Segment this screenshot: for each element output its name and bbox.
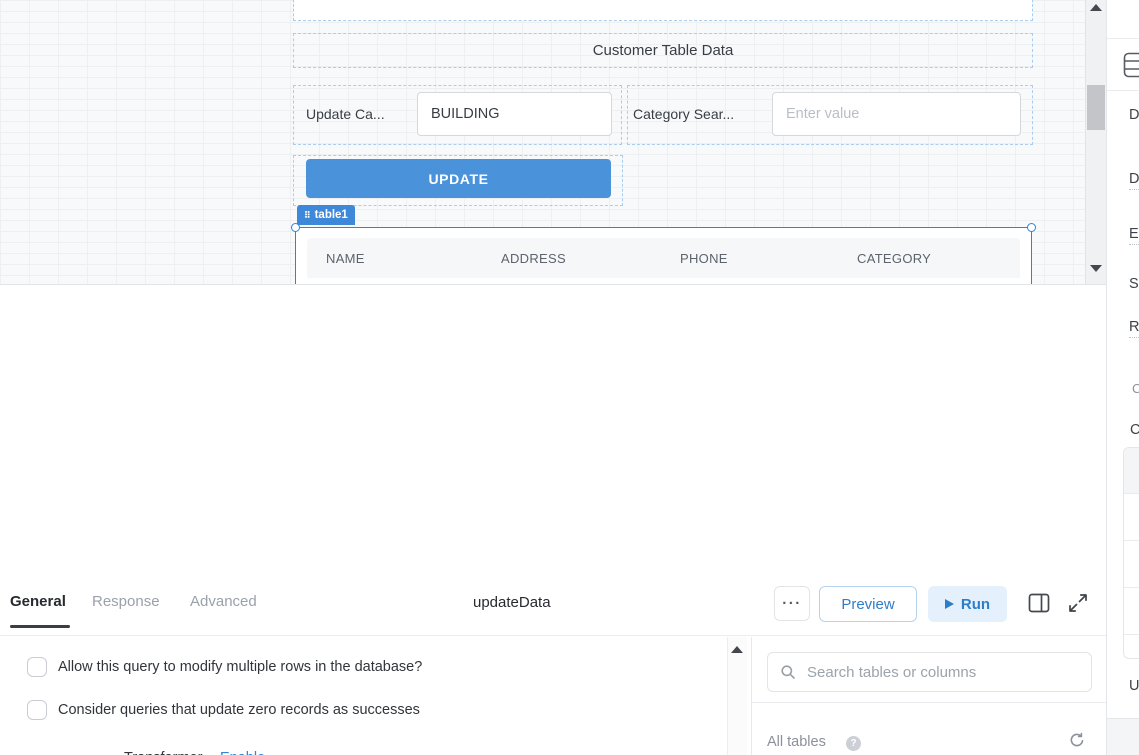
schema-search-input[interactable] — [805, 663, 1079, 682]
inspector-label-fragment: E — [1129, 226, 1139, 245]
scroll-up-arrow[interactable] — [1090, 4, 1102, 11]
inspector-header-divider — [1107, 38, 1139, 39]
inspector-label-fragment: C — [1130, 422, 1139, 438]
drag-handle-icon[interactable]: ⠿ — [304, 211, 311, 220]
play-icon — [945, 599, 954, 609]
table-column-header[interactable]: PHONE — [680, 238, 728, 278]
update-category-input[interactable] — [417, 92, 612, 136]
query-title: updateData — [473, 594, 551, 611]
schema-panel-divider — [751, 637, 752, 755]
zero-records-label: Consider queries that update zero record… — [58, 702, 420, 718]
transformer-label: Transformer — [124, 750, 202, 755]
table-column-header[interactable]: NAME — [326, 238, 365, 278]
multiple-rows-label: Allow this query to modify multiple rows… — [58, 659, 422, 675]
category-search-input[interactable] — [772, 92, 1021, 136]
query-menu-button[interactable]: ··· — [774, 586, 810, 621]
inspector-list-fragment — [1123, 447, 1139, 659]
inspector-list-row — [1124, 541, 1139, 588]
help-glyph: ? — [850, 738, 856, 749]
inspector-list-row — [1124, 635, 1139, 659]
schema-search-box[interactable] — [767, 652, 1092, 692]
zero-records-checkbox[interactable] — [27, 700, 47, 720]
inspector-label-fragment: S — [1129, 276, 1139, 292]
search-icon — [780, 664, 796, 680]
help-icon[interactable]: ? — [846, 736, 861, 751]
canvas-scrollbar[interactable] — [1085, 0, 1107, 284]
canvas-scrollbar-thumb[interactable] — [1087, 85, 1105, 130]
tabbar-divider — [0, 635, 1107, 636]
transformer-enable-link[interactable]: Enable — [220, 750, 265, 755]
expand-icon[interactable] — [1066, 591, 1090, 615]
run-button-label: Run — [961, 596, 990, 613]
scroll-down-arrow[interactable] — [1090, 265, 1102, 272]
update-button[interactable]: UPDATE — [306, 159, 611, 198]
inspector-list-row — [1124, 588, 1139, 635]
selection-handle-left[interactable] — [291, 223, 300, 232]
canvas-title: Customer Table Data — [593, 42, 734, 59]
table1-component[interactable]: NAME ADDRESS PHONE CATEGORY — [295, 227, 1032, 284]
run-button[interactable]: Run — [928, 586, 1007, 622]
editor-scroll-up-arrow[interactable] — [731, 646, 743, 653]
table-header-row: NAME ADDRESS PHONE CATEGORY — [307, 238, 1020, 278]
table1-selection-tag[interactable]: ⠿ table1 — [297, 205, 355, 225]
schema-search-divider — [751, 702, 1107, 703]
table-column-header[interactable]: ADDRESS — [501, 238, 566, 278]
query-editor-panel: General Response Advanced updateData ···… — [0, 284, 1107, 755]
inspector-label-fragment: R — [1129, 319, 1139, 338]
all-tables-label: All tables — [767, 734, 826, 750]
editor-scrollbar[interactable] — [727, 637, 747, 755]
header-component-fragment[interactable] — [293, 0, 1033, 21]
tab-response[interactable]: Response — [92, 593, 160, 610]
multiple-rows-checkbox[interactable] — [27, 657, 47, 677]
selection-handle-right[interactable] — [1027, 223, 1036, 232]
component-icon — [1123, 52, 1139, 78]
title-container[interactable]: Customer Table Data — [293, 33, 1033, 68]
table1-tag-label: table1 — [315, 209, 348, 221]
inspector-list-row — [1124, 494, 1139, 541]
tab-general[interactable]: General — [10, 593, 66, 610]
category-search-label: Category Sear... — [633, 85, 763, 143]
inspector-section-fragment: C — [1132, 381, 1139, 396]
inspector-label-fragment: D — [1129, 107, 1139, 123]
inspector-label-fragment: D — [1129, 171, 1139, 190]
inspector-label-fragment: U — [1129, 678, 1139, 694]
active-tab-underline — [10, 625, 70, 628]
app-canvas[interactable]: Customer Table Data Update Ca... Categor… — [0, 0, 1085, 284]
app-root: Customer Table Data Update Ca... Categor… — [0, 0, 1139, 755]
inspector-divider — [1107, 90, 1139, 91]
inspector-panel: D D E S R C C U — [1106, 0, 1139, 755]
update-category-label: Update Ca... — [306, 85, 406, 143]
preview-button[interactable]: Preview — [819, 586, 917, 622]
inspector-list-header — [1124, 448, 1139, 494]
tab-advanced[interactable]: Advanced — [190, 593, 257, 610]
toggle-panel-icon[interactable] — [1028, 593, 1050, 613]
table-column-header[interactable]: CATEGORY — [857, 238, 931, 278]
inspector-footer — [1107, 719, 1139, 755]
refresh-icon[interactable] — [1068, 731, 1086, 749]
